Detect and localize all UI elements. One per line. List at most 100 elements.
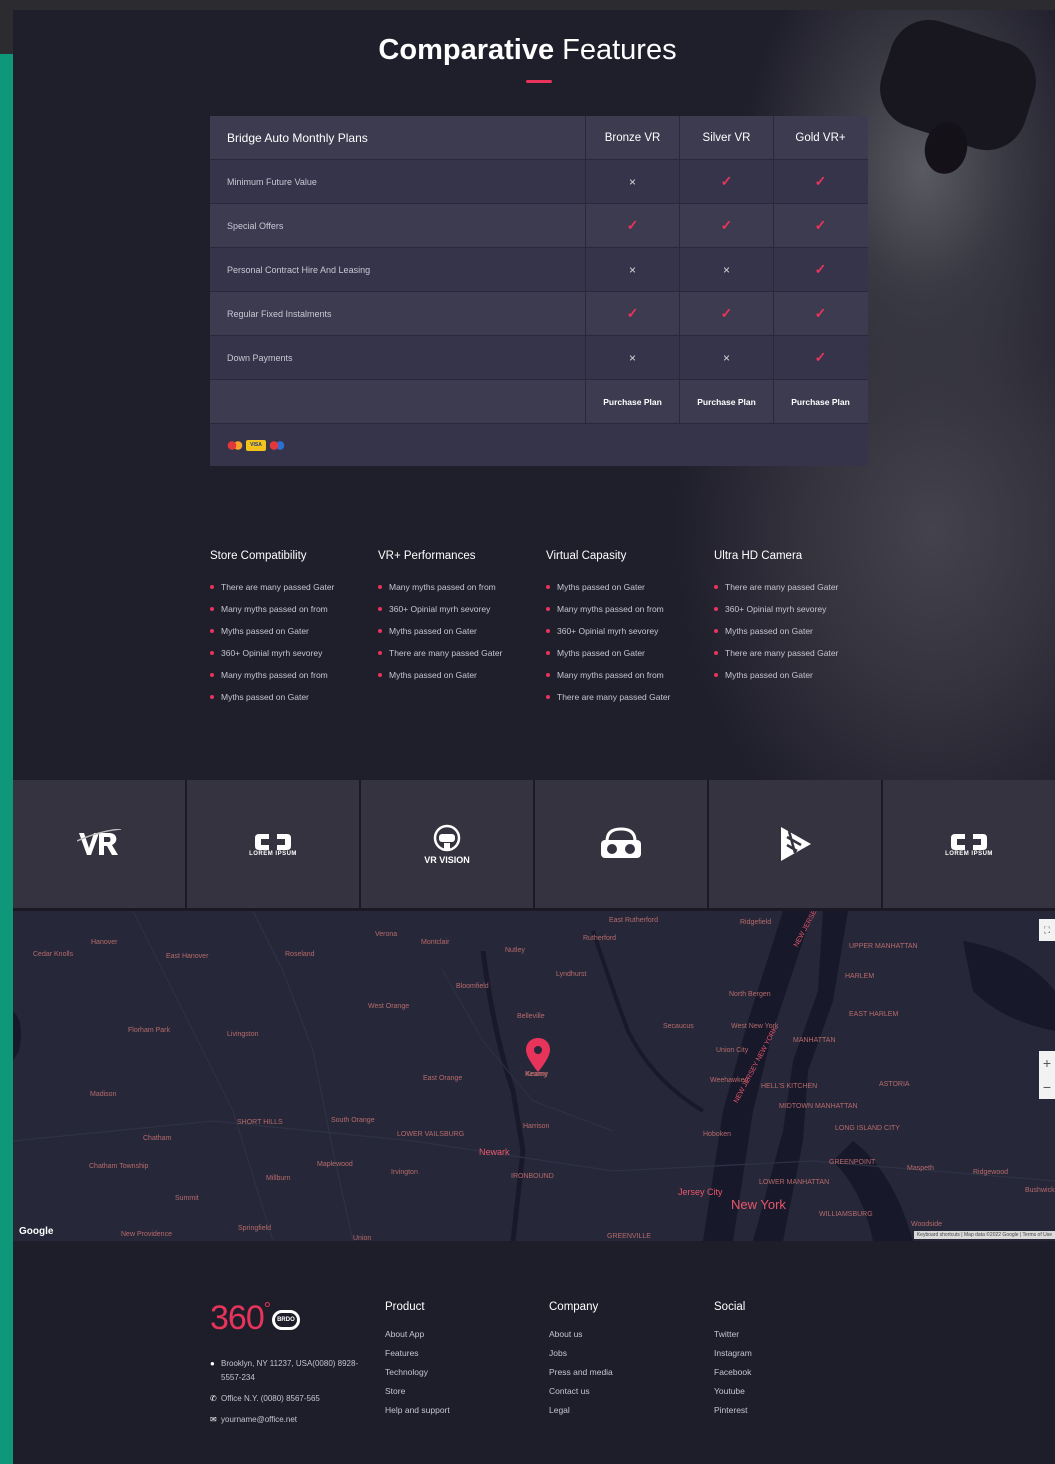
footer-link[interactable]: Legal bbox=[549, 1405, 699, 1424]
zoom-out-button[interactable]: − bbox=[1039, 1075, 1055, 1099]
map-place-label: Nutley bbox=[505, 947, 525, 954]
cross-icon: × bbox=[628, 174, 636, 189]
feature-list-text: 360+ Opinial myrh sevorey bbox=[557, 626, 659, 636]
map-place-label: South Orange bbox=[331, 1117, 375, 1124]
checkmark-icon: ✓ bbox=[626, 217, 639, 233]
purchase-plan-bronze-button[interactable]: Purchase Plan bbox=[585, 380, 679, 423]
feature-list-item: Myths passed on Gater bbox=[546, 642, 714, 664]
maestro-icon bbox=[269, 439, 285, 451]
purchase-plan-gold-button[interactable]: Purchase Plan bbox=[773, 380, 867, 423]
map-place-label: GREENPOINT bbox=[829, 1159, 876, 1166]
footer-column-company: Company About us Jobs Press and media Contac… bbox=[549, 1301, 699, 1424]
feature-list-text: Many myths passed on from bbox=[557, 670, 664, 680]
pricing-row-label: Special Offers bbox=[227, 220, 284, 231]
location-pin-icon: ● bbox=[210, 1359, 215, 1368]
map-place-label: IRONBOUND bbox=[511, 1173, 554, 1180]
title-underline bbox=[526, 80, 552, 83]
partner-logo-vr-vision[interactable]: VR VISION bbox=[361, 780, 533, 908]
footer-link[interactable]: Twitter bbox=[714, 1329, 864, 1348]
bullet-dot-icon bbox=[378, 673, 382, 677]
pricing-cell-gold: ✓ bbox=[773, 248, 867, 291]
address-text: Brooklyn, NY 11237, USA(0080) 8928-5557-… bbox=[221, 1359, 359, 1382]
cross-icon: × bbox=[628, 262, 636, 277]
bullet-dot-icon bbox=[378, 629, 382, 633]
feature-column: Ultra HD Camera There are many passed Gat… bbox=[714, 550, 882, 708]
fullscreen-icon[interactable]: ⛶ bbox=[1039, 919, 1055, 941]
pricing-cell-silver: ✓ bbox=[679, 204, 773, 247]
footer-link[interactable]: Facebook bbox=[714, 1367, 864, 1386]
map-place-label: MIDTOWN MANHATTAN bbox=[779, 1103, 858, 1110]
partner-logo-vr[interactable] bbox=[13, 780, 185, 908]
purchase-plan-silver-button[interactable]: Purchase Plan bbox=[679, 380, 773, 423]
map-place-label: New York bbox=[731, 1197, 786, 1212]
partner-logo-vr-headset[interactable] bbox=[535, 780, 707, 908]
checkmark-icon: ✓ bbox=[720, 173, 733, 189]
footer-link[interactable]: Pinterest bbox=[714, 1405, 864, 1424]
bullet-dot-icon bbox=[714, 651, 718, 655]
pricing-row-label: Personal Contract Hire And Leasing bbox=[227, 264, 371, 275]
map-place-label: Maspeth bbox=[907, 1165, 934, 1172]
footer-link[interactable]: Store bbox=[385, 1386, 535, 1405]
phone-text: Office N.Y. (0080) 8567-565 bbox=[221, 1394, 320, 1403]
feature-list-item: Myths passed on Gater bbox=[210, 620, 378, 642]
partner-logo-lorem-ipsum[interactable]: LOREM IPSUM bbox=[187, 780, 359, 908]
feature-list-item: Many myths passed on from bbox=[210, 598, 378, 620]
footer-link[interactable]: Features bbox=[385, 1348, 535, 1367]
footer-link[interactable]: About us bbox=[549, 1329, 699, 1348]
bullet-dot-icon bbox=[714, 673, 718, 677]
feature-list-item: 360+ Opinial myrh sevorey bbox=[378, 598, 546, 620]
location-map[interactable]: Hanover East Hanover Roseland Verona Montcla… bbox=[13, 911, 1055, 1241]
footer-link[interactable]: Technology bbox=[385, 1367, 535, 1386]
brand-badge: BRDO bbox=[271, 1310, 300, 1331]
pricing-cell-silver: ✓ bbox=[679, 160, 773, 203]
footer-link[interactable]: About App bbox=[385, 1329, 535, 1348]
map-zoom-control[interactable]: + − bbox=[1039, 1051, 1055, 1099]
map-terms[interactable]: Keyboard shortcuts | Map data ©2022 Goog… bbox=[913, 1231, 1055, 1239]
pricing-row: Regular Fixed Instalments ✓ ✓ ✓ bbox=[210, 292, 868, 336]
feature-list-text: There are many passed Gater bbox=[725, 582, 839, 592]
map-place-label: ASTORIA bbox=[879, 1081, 910, 1088]
feature-list-item: Myths passed on Gater bbox=[714, 620, 882, 642]
footer-link[interactable]: Instagram bbox=[714, 1348, 864, 1367]
zoom-in-button[interactable]: + bbox=[1039, 1051, 1055, 1075]
email-item: ✉ yourname@office.net bbox=[210, 1413, 370, 1427]
pricing-row: Minimum Future Value × ✓ ✓ bbox=[210, 160, 868, 204]
bullet-dot-icon bbox=[378, 607, 382, 611]
footer-link[interactable]: Help and support bbox=[385, 1405, 535, 1424]
site-footer: 360°BRDO ● Brooklyn, NY 11237, USA(0080) … bbox=[13, 1241, 1055, 1464]
bullet-dot-icon bbox=[546, 695, 550, 699]
feature-list-item: There are many passed Gater bbox=[714, 642, 882, 664]
map-place-label: Newark bbox=[479, 1147, 510, 1157]
footer-link[interactable]: Jobs bbox=[549, 1348, 699, 1367]
bullet-dot-icon bbox=[546, 585, 550, 589]
feature-list-item: Many myths passed on from bbox=[210, 664, 378, 686]
phone-icon: ✆ bbox=[210, 1394, 217, 1403]
feature-list-text: There are many passed Gater bbox=[557, 692, 671, 702]
footer-link[interactable]: Contact us bbox=[549, 1386, 699, 1405]
map-place-label: Lyndhurst bbox=[556, 971, 587, 978]
bullet-dot-icon bbox=[546, 629, 550, 633]
email-text[interactable]: yourname@office.net bbox=[221, 1413, 297, 1427]
partner-logo-play-cube[interactable] bbox=[709, 780, 881, 908]
map-place-label: Montclair bbox=[421, 939, 450, 946]
brand-logo[interactable]: 360°BRDO bbox=[210, 1299, 300, 1338]
title-bold: Comparative bbox=[378, 34, 555, 66]
map-pin-icon[interactable] bbox=[526, 1038, 550, 1072]
footer-link[interactable]: Press and media bbox=[549, 1367, 699, 1386]
map-place-label: Millburn bbox=[266, 1175, 291, 1182]
bullet-dot-icon bbox=[210, 695, 214, 699]
pricing-cell-gold: ✓ bbox=[773, 292, 867, 335]
feature-list-item: There are many passed Gater bbox=[546, 686, 714, 708]
feature-list-item: Myths passed on Gater bbox=[378, 664, 546, 686]
map-place-label: Ridgefield bbox=[740, 919, 772, 926]
feature-list: There are many passed Gater 360+ Opinial … bbox=[714, 576, 882, 686]
cross-icon: × bbox=[722, 350, 730, 365]
pricing-row-label: Minimum Future Value bbox=[227, 176, 317, 187]
partner-logo-lorem-ipsum-2[interactable]: LOREM IPSUM bbox=[883, 780, 1055, 908]
feature-list: There are many passed Gater Many myths pa… bbox=[210, 576, 378, 708]
footer-column-title: Product bbox=[385, 1301, 425, 1313]
footer-link[interactable]: Youtube bbox=[714, 1386, 864, 1405]
checkmark-icon: ✓ bbox=[814, 173, 827, 189]
feature-list-item: There are many passed Gater bbox=[714, 576, 882, 598]
map-place-label: GREENVILLE bbox=[607, 1233, 651, 1240]
